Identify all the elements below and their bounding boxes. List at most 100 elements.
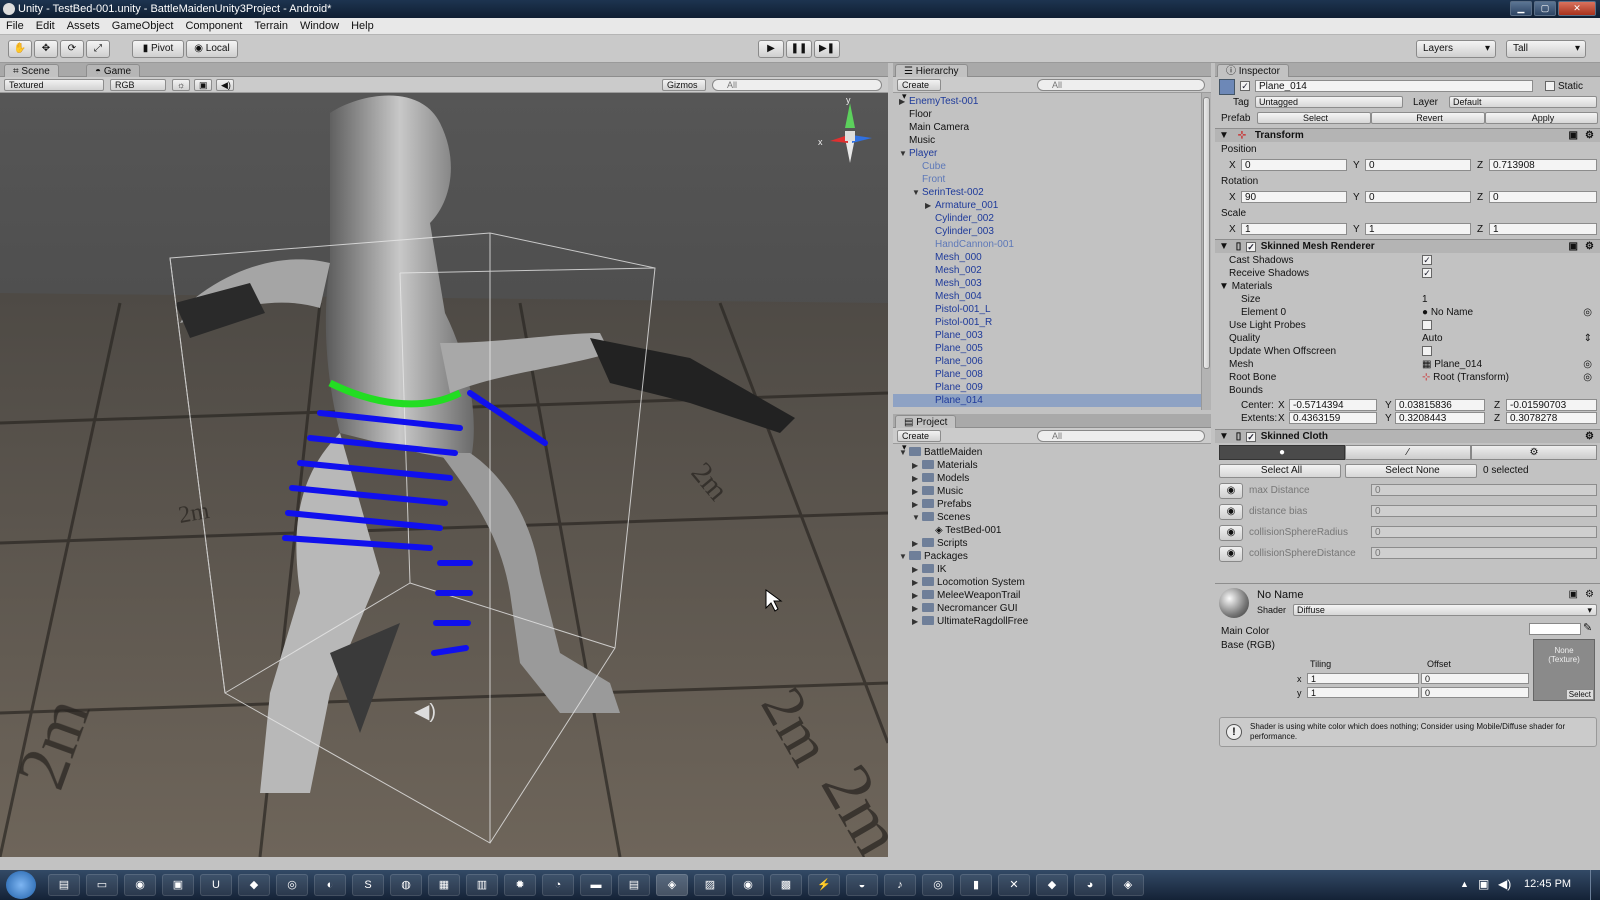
hierarchy-item[interactable]: Floor bbox=[893, 108, 1201, 121]
project-item[interactable]: ▼ BattleMaiden bbox=[893, 446, 1211, 459]
collapsed-arrow-icon[interactable]: ▶ bbox=[912, 537, 922, 550]
receive-shadows-checkbox[interactable]: ✓ bbox=[1422, 268, 1432, 278]
network-icon[interactable]: ▣ bbox=[1478, 877, 1489, 891]
app-icon[interactable]: ◆ bbox=[1036, 874, 1068, 896]
use-light-probes-checkbox[interactable] bbox=[1422, 320, 1432, 330]
project-item[interactable]: ▼ Scenes bbox=[893, 511, 1211, 524]
object-picker-icon[interactable]: ◎ bbox=[1583, 371, 1592, 384]
firefox-icon[interactable]: ◕ bbox=[1074, 874, 1106, 896]
center-x-field[interactable]: -0.5714394 bbox=[1289, 399, 1377, 411]
hierarchy-item[interactable]: Cube bbox=[893, 160, 1201, 173]
materials-foldout[interactable]: ▼ Materials bbox=[1219, 280, 1600, 293]
expanded-arrow-icon[interactable]: ▼ bbox=[899, 446, 909, 459]
minimize-button[interactable]: ▁ bbox=[1510, 1, 1532, 16]
project-item[interactable]: ▶ UltimateRagdollFree bbox=[893, 615, 1211, 628]
mesh-field[interactable]: ▦ Plane_014 ◎ bbox=[1422, 358, 1592, 371]
offset-y-field[interactable]: 0 bbox=[1421, 687, 1529, 698]
hierarchy-item[interactable]: Mesh_003 bbox=[893, 277, 1201, 290]
hierarchy-item[interactable]: Plane_009 bbox=[893, 381, 1201, 394]
menu-terrain[interactable]: Terrain bbox=[254, 20, 288, 32]
shader-dropdown[interactable]: Diffuse ▾ bbox=[1293, 604, 1597, 616]
cast-shadows-checkbox[interactable]: ✓ bbox=[1422, 255, 1432, 265]
collapsed-arrow-icon[interactable]: ▶ bbox=[899, 95, 909, 108]
project-item[interactable]: ▶ Music bbox=[893, 485, 1211, 498]
app-icon[interactable]: ▩ bbox=[770, 874, 802, 896]
help-icon[interactable]: ▣ bbox=[1569, 589, 1578, 600]
collapsed-arrow-icon[interactable]: ▶ bbox=[912, 472, 922, 485]
scale-y-field[interactable]: 1 bbox=[1365, 223, 1471, 235]
close-button[interactable]: ✕ bbox=[1558, 1, 1596, 16]
app-icon[interactable]: ✕ bbox=[998, 874, 1030, 896]
static-checkbox[interactable] bbox=[1545, 81, 1555, 91]
menu-help[interactable]: Help bbox=[351, 20, 374, 32]
hierarchy-item[interactable]: Front bbox=[893, 173, 1201, 186]
app-icon[interactable]: ◎ bbox=[276, 874, 308, 896]
texture-select-button[interactable]: Select bbox=[1565, 689, 1594, 700]
cloth-property-field[interactable]: 0 bbox=[1371, 484, 1597, 496]
prefab-apply-button[interactable]: Apply bbox=[1485, 112, 1598, 124]
chrome-icon[interactable]: ◉ bbox=[124, 874, 156, 896]
explorer-icon[interactable]: ▤ bbox=[48, 874, 80, 896]
object-picker-icon[interactable]: ◎ bbox=[1583, 358, 1592, 371]
hierarchy-item[interactable]: HandCannon-001 bbox=[893, 238, 1201, 251]
clock[interactable]: 12:45 PM bbox=[1524, 878, 1571, 890]
image-toggle-icon[interactable]: ▣ bbox=[194, 79, 212, 91]
hierarchy-create-button[interactable]: Create ▾ bbox=[897, 79, 941, 101]
smr-enabled-checkbox[interactable]: ✓ bbox=[1245, 242, 1256, 252]
layers-dropdown[interactable]: Layers ▾ bbox=[1416, 40, 1496, 58]
extents-y-field[interactable]: 0.3208443 bbox=[1395, 412, 1485, 424]
cloth-property-field[interactable]: 0 bbox=[1371, 505, 1597, 517]
local-toggle[interactable]: ◉ Local bbox=[186, 40, 238, 58]
expanded-arrow-icon[interactable]: ▼ bbox=[899, 550, 909, 563]
menu-gameobject[interactable]: GameObject bbox=[112, 20, 174, 32]
project-item[interactable]: ◈ TestBed-001 bbox=[893, 524, 1211, 537]
gear-icon[interactable]: ⚙ bbox=[1585, 430, 1594, 443]
tab-inspector[interactable]: ⓘ Inspector bbox=[1217, 64, 1289, 77]
project-item[interactable]: ▶ Scripts bbox=[893, 537, 1211, 550]
collapsed-arrow-icon[interactable]: ▶ bbox=[912, 498, 922, 511]
extents-x-field[interactable]: 0.4363159 bbox=[1289, 412, 1377, 424]
tab-scene[interactable]: ⌗ Scene bbox=[4, 64, 59, 77]
hierarchy-item[interactable]: Cylinder_002 bbox=[893, 212, 1201, 225]
select-all-button[interactable]: Select All bbox=[1219, 464, 1341, 478]
collapsed-arrow-icon[interactable]: ▶ bbox=[925, 199, 935, 212]
rotation-z-field[interactable]: 0 bbox=[1489, 191, 1597, 203]
hierarchy-item[interactable]: Music bbox=[893, 134, 1201, 147]
hierarchy-item[interactable]: Pistol-001_R bbox=[893, 316, 1201, 329]
app-icon[interactable]: ▨ bbox=[694, 874, 726, 896]
app-icon[interactable]: ◉ bbox=[732, 874, 764, 896]
cloth-select-tool-button[interactable]: ● bbox=[1219, 445, 1345, 460]
hand-tool-icon[interactable]: ✋ bbox=[8, 40, 32, 58]
cloth-property-field[interactable]: 0 bbox=[1371, 526, 1597, 538]
hierarchy-item[interactable]: ▼ Player bbox=[893, 147, 1201, 160]
pause-button[interactable]: ❚❚ bbox=[786, 40, 812, 58]
app-icon[interactable]: ▣ bbox=[162, 874, 194, 896]
app-icon[interactable]: ◈ bbox=[1112, 874, 1144, 896]
main-color-swatch[interactable] bbox=[1529, 623, 1581, 635]
menu-assets[interactable]: Assets bbox=[67, 20, 100, 32]
color-mode-dropdown[interactable]: RGB bbox=[110, 79, 166, 91]
collapsed-arrow-icon[interactable]: ▶ bbox=[912, 615, 922, 628]
skinned-mesh-renderer-header[interactable]: ▼ ▯ ✓ Skinned Mesh Renderer ▣ ⚙ bbox=[1215, 239, 1600, 253]
app-icon[interactable]: ✹ bbox=[504, 874, 536, 896]
volume-icon[interactable]: ◀) bbox=[1498, 877, 1511, 891]
hierarchy-item[interactable]: Main Camera bbox=[893, 121, 1201, 134]
layout-dropdown[interactable]: Tall ▾ bbox=[1506, 40, 1586, 58]
position-x-field[interactable]: 0 bbox=[1241, 159, 1347, 171]
app-icon[interactable]: ⚡ bbox=[808, 874, 840, 896]
tab-project[interactable]: ▤ Project bbox=[895, 415, 957, 428]
hierarchy-item[interactable]: ▶ EnemyTest-001 bbox=[893, 95, 1201, 108]
rotation-y-field[interactable]: 0 bbox=[1365, 191, 1471, 203]
app-icon[interactable]: ♪ bbox=[884, 874, 916, 896]
help-icon[interactable]: ▣ bbox=[1569, 240, 1578, 253]
collapsed-arrow-icon[interactable]: ▶ bbox=[912, 576, 922, 589]
help-icon[interactable]: ▣ bbox=[1569, 129, 1578, 142]
step-button[interactable]: ▶❚ bbox=[814, 40, 840, 58]
hierarchy-item[interactable]: ▶ Armature_001 bbox=[893, 199, 1201, 212]
element0-field[interactable]: ● No Name ◎ bbox=[1422, 306, 1592, 319]
quality-dropdown[interactable]: Auto ⇕ bbox=[1422, 332, 1592, 345]
texture-slot[interactable]: None (Texture) Select bbox=[1533, 639, 1595, 701]
eye-icon[interactable]: ◉ bbox=[1219, 483, 1243, 499]
blender-icon[interactable]: ◔ bbox=[542, 874, 574, 896]
collapsed-arrow-icon[interactable]: ▶ bbox=[912, 485, 922, 498]
